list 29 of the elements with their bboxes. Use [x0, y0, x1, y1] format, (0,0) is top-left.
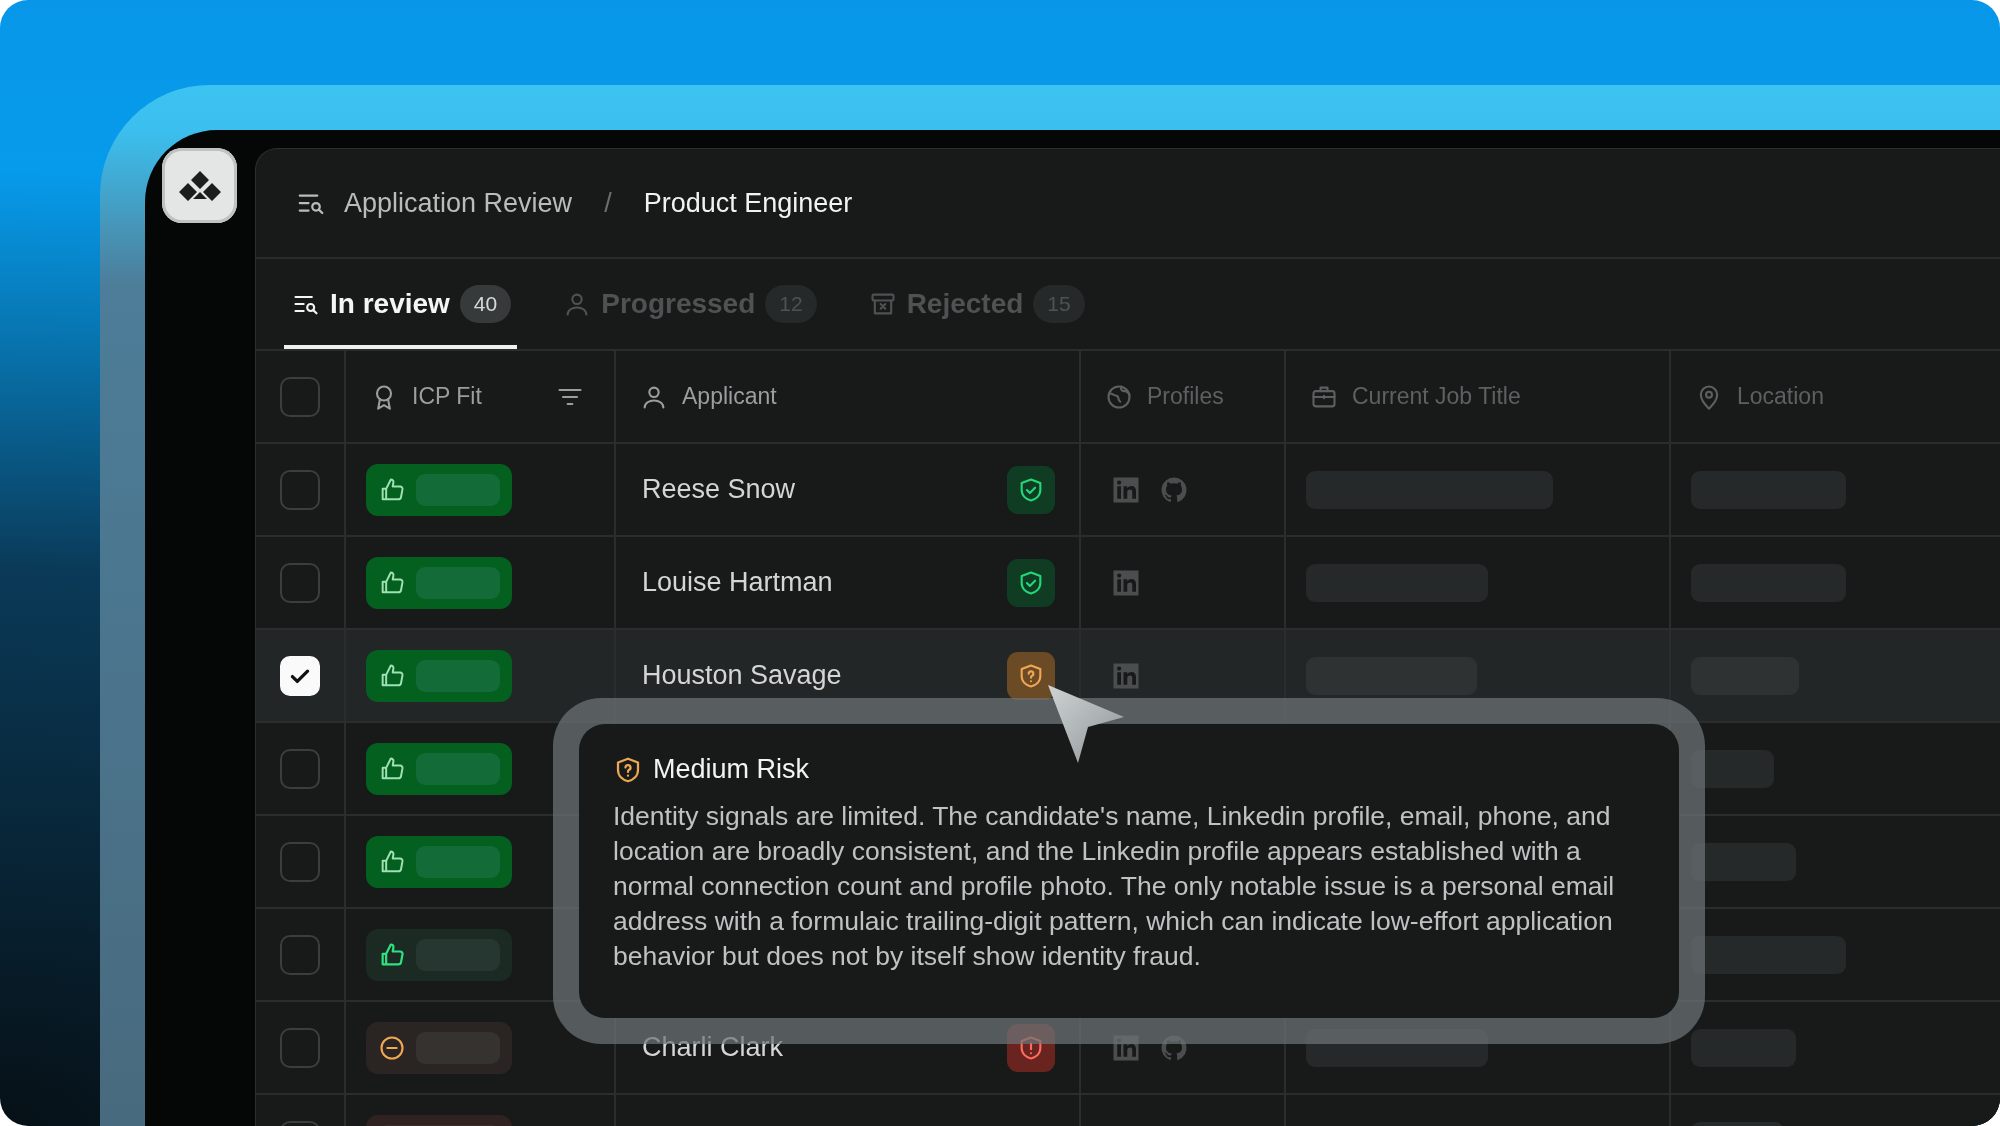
column-header[interactable]: Current Job Title — [1286, 351, 1671, 442]
select-all-checkbox[interactable] — [280, 376, 320, 417]
risk-badge[interactable] — [1007, 465, 1055, 514]
minus-circle-icon — [378, 1033, 406, 1062]
applicant-name: Reese Snow — [642, 474, 796, 505]
row-checkbox[interactable] — [280, 934, 320, 975]
column-header[interactable]: Location — [1671, 351, 2000, 442]
tooltip-text: Identity signals are limited. The candidate's name, Linkedin profile, email, phone, and location are broadly consistent, and the Linkedin profile appears established with a normal connection count and profile photo. The only notable issue is a personal email address with a formulaic trailing-digit pattern, which can indicate low-effort application behavior but does not by itself show identity fraud. — [613, 800, 1616, 973]
row-checkbox[interactable] — [280, 748, 320, 789]
row-checkbox[interactable] — [280, 841, 320, 882]
row-checkbox[interactable] — [280, 469, 320, 510]
app-logo[interactable] — [162, 148, 237, 223]
row-checkbox[interactable] — [280, 562, 320, 603]
tooltip-title: Medium Risk — [653, 754, 810, 785]
tab[interactable]: In review 40 — [284, 259, 518, 349]
breadcrumb-link[interactable]: Application Review — [344, 187, 573, 219]
applicant-name: Charli Clark — [642, 1032, 784, 1063]
column-header[interactable]: Profiles — [1081, 351, 1286, 442]
column-header[interactable]: Applicant — [616, 351, 1081, 442]
globe-icon — [1105, 382, 1133, 411]
applicant-name: Houston Savage — [642, 660, 842, 691]
row-checkbox[interactable] — [280, 1027, 320, 1068]
page-title: Product Engineer — [643, 187, 853, 219]
breadcrumb-separator: / — [604, 187, 612, 219]
risk-badge[interactable] — [1007, 558, 1055, 607]
risk-badge[interactable] — [1007, 651, 1055, 700]
applicant-name: Louise Hartman — [642, 567, 833, 598]
column-header[interactable]: ICP Fit — [346, 351, 616, 442]
count-badge: 40 — [459, 285, 512, 323]
